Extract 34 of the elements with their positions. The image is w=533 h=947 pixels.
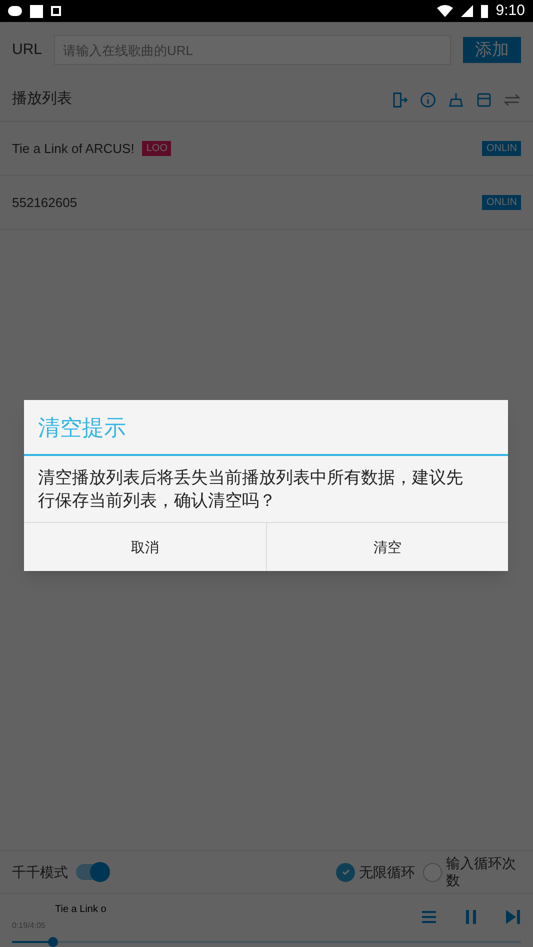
mode-label: 千千模式 xyxy=(12,862,68,882)
signal-icon xyxy=(460,5,473,17)
check-icon xyxy=(340,867,350,877)
radio-label: 无限循环 xyxy=(359,864,415,880)
pause-icon[interactable] xyxy=(463,909,479,925)
info-icon[interactable] xyxy=(419,90,437,108)
url-label: URL xyxy=(12,40,42,60)
dialog-button[interactable]: 清空 xyxy=(266,523,508,571)
source-label: ONLIN xyxy=(482,141,521,156)
dialog-title: 清空提示 xyxy=(38,414,126,442)
dialog-button[interactable]: 取消 xyxy=(24,523,266,571)
tag-label: LOO xyxy=(142,141,172,156)
playlist-row[interactable]: Tie a Link of ARCUS! LOO ONLIN xyxy=(0,122,533,176)
list-icon[interactable] xyxy=(421,909,437,925)
dialog-message: 清空播放列表后将丢失当前播放列表中所有数据，建议先行保存当前列表，确认清空吗？ xyxy=(37,467,464,512)
radio-label: 输入循环次数 xyxy=(446,855,517,889)
broom-icon[interactable] xyxy=(447,90,465,108)
now-playing-title: Tie a Link o xyxy=(55,903,108,917)
battery-icon xyxy=(480,4,488,18)
import-icon[interactable] xyxy=(391,90,409,108)
wifi-icon xyxy=(436,5,453,17)
mode-switch[interactable] xyxy=(76,864,108,880)
song-title: 552162605 xyxy=(12,194,78,212)
square-icon xyxy=(30,4,43,18)
song-title: Tie a Link of ARCUS! xyxy=(12,140,134,158)
skip-next-icon[interactable] xyxy=(505,909,521,925)
progress-thumb[interactable] xyxy=(48,937,58,947)
playlist-title: 播放列表 xyxy=(12,89,73,110)
radio-button[interactable] xyxy=(423,862,442,882)
clock: 9:10 xyxy=(496,0,525,21)
radio-button[interactable] xyxy=(336,862,355,882)
playlist-row[interactable]: 552162605 ONLIN xyxy=(0,176,533,230)
source-label: ONLIN xyxy=(482,195,521,210)
add-button[interactable]: 添加 xyxy=(463,37,521,63)
